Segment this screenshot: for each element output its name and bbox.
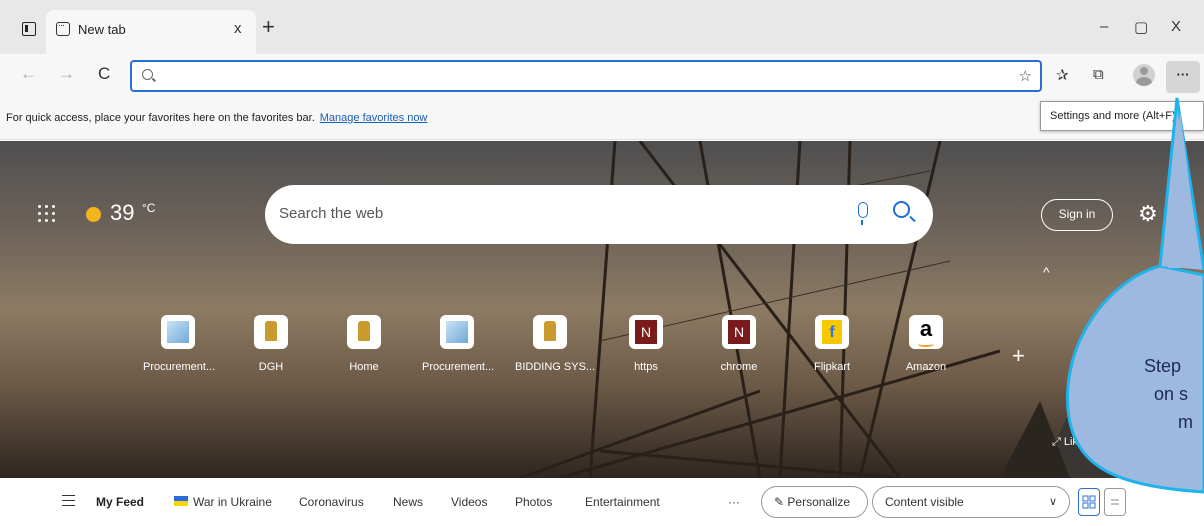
callout-text-line: Step <box>1144 356 1182 376</box>
callout-bubble <box>1066 97 1204 494</box>
callout-text-line: on s <box>1154 384 1189 404</box>
callout-text-line: m <box>1178 412 1193 432</box>
